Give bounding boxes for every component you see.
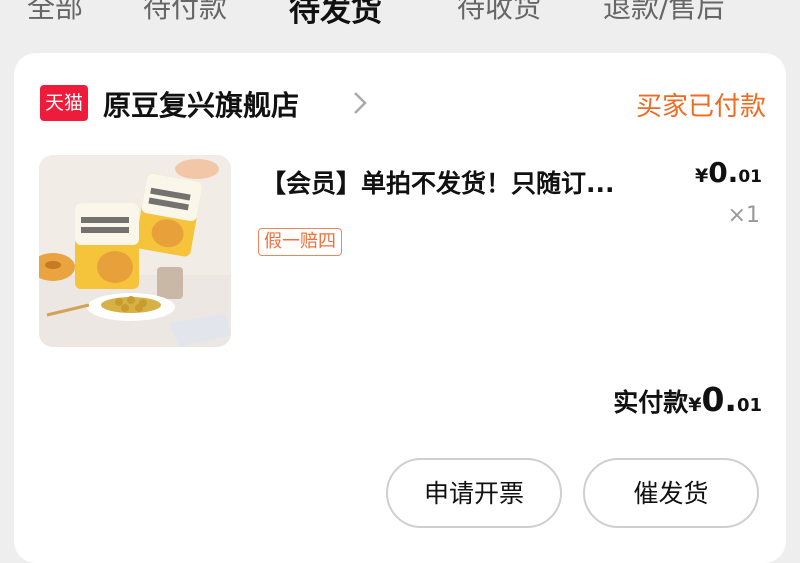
guarantee-badge: 假一赔四	[258, 228, 342, 256]
product-quantity: ×1	[727, 203, 760, 228]
order-tabs: 全部 待付款 待发货 待收货 退款/售后	[0, 0, 800, 29]
tab-all[interactable]: 全部	[27, 0, 83, 26]
price-integer: 0.	[708, 156, 739, 189]
shop-name[interactable]: 原豆复兴旗舰店	[103, 84, 299, 124]
amount-paid: 实付款¥0.01	[613, 380, 762, 419]
product-title[interactable]: 【会员】单拍不发货！只随订...	[261, 164, 615, 200]
amount-paid-label: 实付款	[613, 388, 689, 417]
amount-paid-integer: 0.	[701, 380, 737, 419]
apply-invoice-button[interactable]: 申请开票	[386, 458, 562, 528]
tab-pending-receipt[interactable]: 待收货	[457, 0, 541, 26]
product-price: ¥0.01	[695, 156, 762, 189]
shop-header[interactable]: 天猫 原豆复兴旗舰店 买家已付款	[40, 83, 766, 124]
order-card: 天猫 原豆复兴旗舰店 买家已付款 【会员】单拍不发货！只随订... ¥0.01 …	[14, 53, 786, 563]
chevron-right-icon	[354, 92, 367, 114]
amount-paid-decimal: 01	[736, 395, 762, 416]
price-decimal: 01	[738, 167, 762, 187]
tab-refund-aftersale[interactable]: 退款/售后	[603, 0, 724, 26]
order-status: 买家已付款	[635, 92, 766, 122]
tab-pending-shipment[interactable]: 待发货	[289, 0, 382, 30]
product-image[interactable]	[39, 155, 231, 347]
tab-pending-payment[interactable]: 待付款	[143, 0, 227, 26]
price-currency: ¥	[694, 165, 709, 187]
urge-shipment-button[interactable]: 催发货	[583, 458, 759, 528]
tmall-logo-icon: 天猫	[40, 85, 88, 121]
product-photo	[39, 155, 231, 347]
amount-paid-currency: ¥	[688, 394, 702, 416]
